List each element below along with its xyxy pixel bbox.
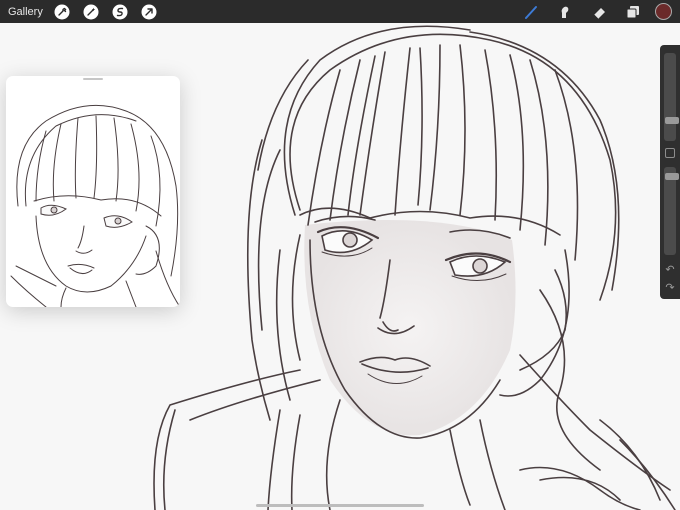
reference-window[interactable] (6, 76, 180, 307)
color-picker-swatch[interactable] (655, 3, 672, 20)
eraser-icon[interactable] (587, 0, 611, 23)
brush-sidebar: ↶ ↷ (660, 45, 680, 299)
modify-button[interactable] (665, 148, 675, 158)
selection-icon[interactable] (110, 2, 130, 22)
opacity-slider[interactable] (664, 167, 679, 255)
gallery-button[interactable]: Gallery (8, 6, 43, 18)
brush-size-thumb[interactable] (665, 117, 679, 124)
reference-drag-handle[interactable] (83, 78, 103, 80)
transform-arrow-icon[interactable] (139, 2, 159, 22)
smudge-icon[interactable] (553, 0, 577, 23)
reference-thumbnail (10, 104, 180, 307)
opacity-thumb[interactable] (665, 173, 679, 180)
undo-icon[interactable]: ↶ (660, 263, 680, 277)
top-toolbar: Gallery (0, 0, 680, 23)
magic-wand-icon[interactable] (81, 2, 101, 22)
wrench-icon[interactable] (52, 2, 72, 22)
home-indicator (256, 504, 424, 507)
brush-size-slider[interactable] (664, 53, 679, 141)
right-tools (509, 0, 680, 23)
layers-icon[interactable] (621, 0, 645, 23)
redo-icon[interactable]: ↷ (660, 281, 680, 295)
brush-icon[interactable] (519, 0, 543, 23)
